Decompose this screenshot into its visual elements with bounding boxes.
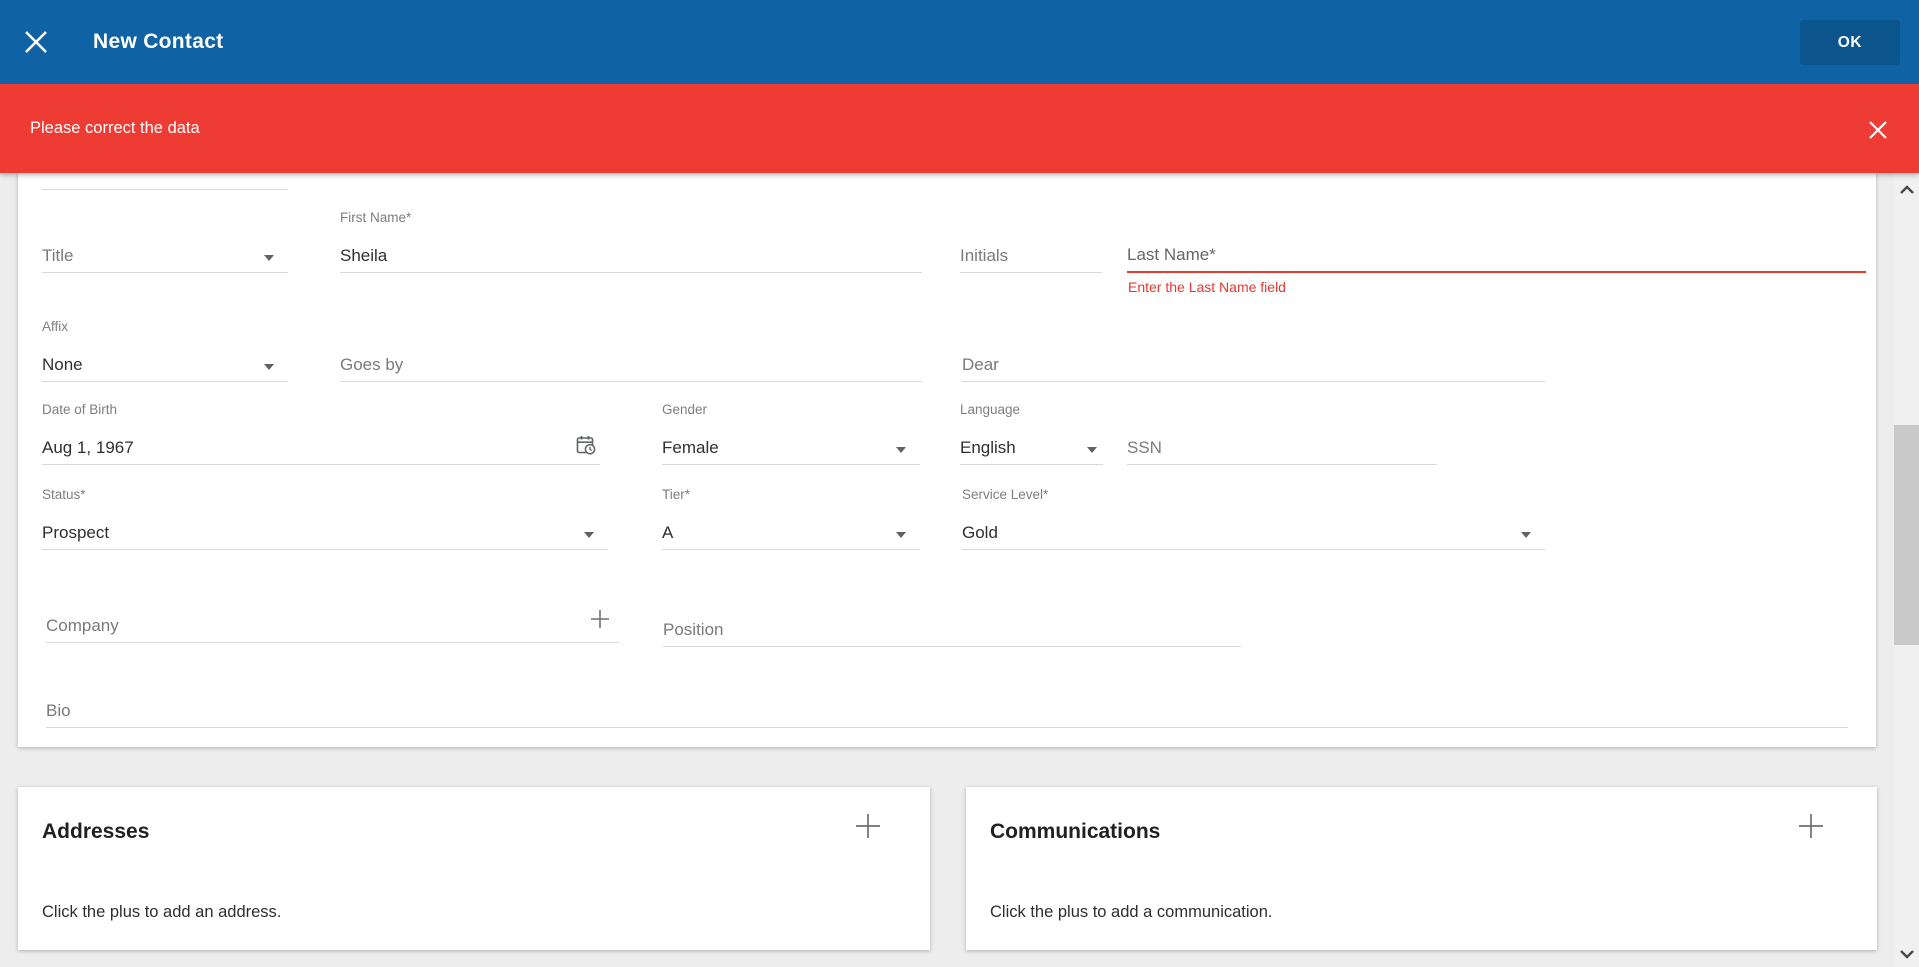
communications-title: Communications bbox=[990, 820, 1160, 844]
date-of-birth-field[interactable]: Date of Birth Aug 1, 1967 bbox=[42, 399, 600, 465]
calendar-clock-icon[interactable] bbox=[574, 433, 598, 457]
chevron-down-icon bbox=[264, 364, 274, 370]
addresses-title: Addresses bbox=[42, 820, 149, 844]
addresses-hint: Click the plus to add an address. bbox=[42, 903, 281, 922]
service-level-value: Gold bbox=[962, 523, 998, 543]
language-field[interactable]: Language English bbox=[960, 399, 1103, 465]
chevron-down-icon bbox=[1521, 532, 1531, 538]
title-placeholder: Title bbox=[42, 246, 74, 266]
ssn-field[interactable]: SSN bbox=[1127, 399, 1437, 465]
language-value: English bbox=[960, 438, 1016, 458]
gender-label: Gender bbox=[662, 402, 707, 417]
ok-button[interactable]: OK bbox=[1800, 20, 1900, 65]
last-name-error: Enter the Last Name field bbox=[1128, 279, 1286, 295]
chevron-down-icon bbox=[584, 532, 594, 538]
bio-placeholder: Bio bbox=[46, 701, 71, 721]
communications-hint: Click the plus to add a communication. bbox=[990, 903, 1272, 922]
position-placeholder: Position bbox=[663, 620, 723, 640]
add-communication-icon[interactable] bbox=[1797, 812, 1825, 840]
page-title: New Contact bbox=[93, 0, 223, 84]
scroll-down-button[interactable] bbox=[1894, 941, 1919, 967]
chevron-down-icon bbox=[264, 255, 274, 261]
title-field[interactable]: Title bbox=[42, 207, 288, 273]
gender-value: Female bbox=[662, 438, 719, 458]
goes-by-placeholder: Goes by bbox=[340, 355, 403, 375]
chevron-down-icon bbox=[1087, 447, 1097, 453]
scroll-up-button[interactable] bbox=[1894, 177, 1919, 203]
goes-by-field[interactable]: Goes by bbox=[340, 316, 922, 382]
tier-field[interactable]: Tier* A bbox=[662, 484, 920, 550]
chevron-up-icon bbox=[1899, 185, 1915, 195]
service-level-label: Service Level* bbox=[962, 487, 1048, 502]
addresses-card: Addresses Click the plus to add an addre… bbox=[18, 787, 930, 950]
first-name-value: Sheila bbox=[340, 246, 387, 266]
status-label: Status* bbox=[42, 487, 86, 502]
clipped-field-underline bbox=[42, 189, 288, 190]
add-company-icon[interactable] bbox=[589, 608, 611, 630]
position-field[interactable]: Position bbox=[663, 581, 1241, 647]
close-icon[interactable] bbox=[22, 28, 50, 56]
initials-placeholder: Initials bbox=[960, 246, 1008, 266]
tier-value: A bbox=[662, 523, 673, 543]
last-name-placeholder: Last Name* bbox=[1127, 245, 1216, 265]
date-of-birth-value: Aug 1, 1967 bbox=[42, 438, 134, 458]
company-placeholder: Company bbox=[46, 616, 119, 636]
affix-value: None bbox=[42, 355, 83, 375]
chevron-down-icon bbox=[896, 447, 906, 453]
scrollbar-thumb[interactable] bbox=[1894, 425, 1919, 645]
first-name-field[interactable]: First Name* Sheila bbox=[340, 207, 922, 273]
dear-placeholder: Dear bbox=[962, 355, 999, 375]
last-name-field[interactable]: Last Name* Enter the Last Name field bbox=[1127, 207, 1866, 273]
app-bar: New Contact OK bbox=[0, 0, 1919, 84]
error-banner-message: Please correct the data bbox=[30, 84, 200, 173]
ssn-placeholder: SSN bbox=[1127, 438, 1162, 458]
gender-field[interactable]: Gender Female bbox=[662, 399, 920, 465]
dear-field[interactable]: Dear bbox=[962, 316, 1545, 382]
error-banner: Please correct the data bbox=[0, 84, 1919, 173]
affix-label: Affix bbox=[42, 319, 68, 334]
language-label: Language bbox=[960, 402, 1020, 417]
tier-label: Tier* bbox=[662, 487, 690, 502]
initials-field[interactable]: Initials bbox=[960, 207, 1102, 273]
service-level-field[interactable]: Service Level* Gold bbox=[962, 484, 1545, 550]
date-of-birth-label: Date of Birth bbox=[42, 402, 117, 417]
bio-field[interactable]: Bio bbox=[46, 662, 1848, 728]
first-name-label: First Name* bbox=[340, 210, 411, 225]
banner-close-icon[interactable] bbox=[1866, 118, 1890, 142]
add-address-icon[interactable] bbox=[854, 812, 882, 840]
chevron-down-icon bbox=[896, 532, 906, 538]
affix-field[interactable]: Affix None bbox=[42, 316, 288, 382]
company-field[interactable]: Company bbox=[46, 577, 619, 643]
status-field[interactable]: Status* Prospect bbox=[42, 484, 608, 550]
chevron-down-icon bbox=[1899, 949, 1915, 959]
communications-card: Communications Click the plus to add a c… bbox=[966, 787, 1877, 950]
status-value: Prospect bbox=[42, 523, 109, 543]
